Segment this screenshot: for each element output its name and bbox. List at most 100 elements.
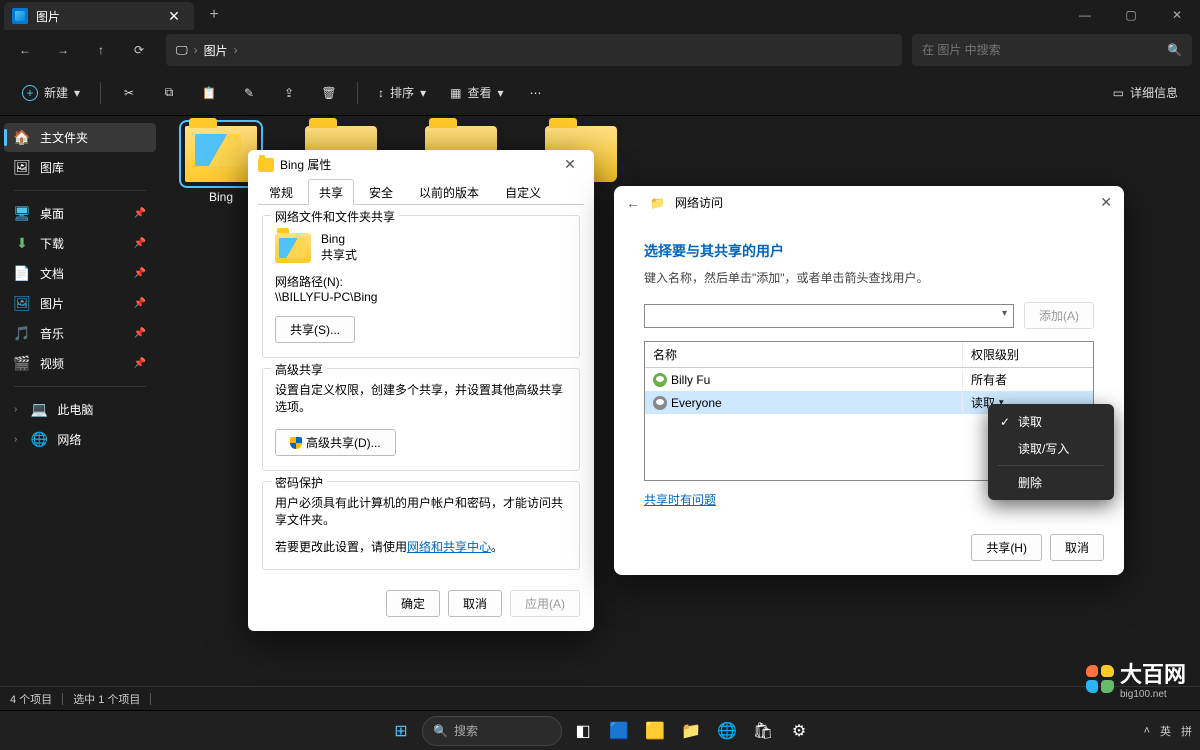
tab-custom[interactable]: 自定义 [494,179,552,205]
up-button[interactable]: ↑ [84,33,118,67]
back-button[interactable]: ← [626,195,640,211]
tab-security[interactable]: 安全 [358,179,404,205]
window-tab[interactable]: 图片 ✕ [4,2,194,30]
sidebar-item-home[interactable]: 🏠主文件夹 [4,123,156,152]
paste-button[interactable]: 📋 [191,80,227,106]
search-input[interactable] [922,43,1167,57]
sharing-trouble-link[interactable]: 共享时有问题 [644,493,716,507]
apply-button[interactable]: 应用(A) [510,590,580,617]
sidebar-item-pictures[interactable]: 🖼图片📌 [4,289,156,318]
user-row[interactable]: Billy Fu 所有者 [645,368,1093,391]
share-submit-button[interactable]: 共享(H) [971,534,1042,561]
sort-label: 排序 [390,84,414,101]
forward-button[interactable]: → [46,33,80,67]
column-name[interactable]: 名称 [645,342,963,367]
details-icon: ▭ [1113,86,1124,100]
tab-close-button[interactable]: ✕ [164,8,184,25]
taskbar-search[interactable]: 🔍搜索 [422,716,562,746]
desktop-icon: 🖥 [14,206,30,222]
sidebar-item-downloads[interactable]: ⬇下载📌 [4,229,156,258]
tab-previous[interactable]: 以前的版本 [408,179,490,205]
sidebar-label: 桌面 [40,205,64,222]
sidebar-item-network[interactable]: ›🌐网络 [4,425,156,454]
tab-title: 图片 [36,8,156,25]
close-button[interactable]: ✕ [1154,0,1200,30]
minimize-button[interactable]: — [1062,0,1108,30]
sidebar-item-gallery[interactable]: 🖼图库 [4,153,156,182]
dialog-titlebar[interactable]: Bing 属性 ✕ [248,150,594,179]
videos-icon: 🎬 [14,356,30,372]
plus-circle-icon [22,85,38,101]
user-icon [653,373,667,387]
view-button[interactable]: ▦查看▾ [440,78,513,107]
breadcrumb-item[interactable]: 图片 [204,42,228,59]
sidebar-label: 图片 [40,295,64,312]
refresh-button[interactable]: ⟳ [122,33,156,67]
new-button[interactable]: 新建▾ [12,78,90,107]
cut-button[interactable]: ✂ [111,80,147,106]
menu-read[interactable]: 读取 [992,408,1110,435]
dialog-close-button[interactable]: ✕ [556,156,584,173]
breadcrumb[interactable]: 🖵 › 图片 › [166,34,902,66]
sidebar: 🏠主文件夹 🖼图库 🖥桌面📌 ⬇下载📌 📄文档📌 🖼图片📌 🎵音乐📌 🎬视频📌 … [0,116,160,686]
more-button[interactable]: ⋯ [517,80,553,106]
net-path-value: \\BILLYFU-PC\Bing [275,290,567,304]
chevron-right-icon: › [14,404,17,415]
store-button[interactable]: 🛍 [748,716,778,746]
taskbar-app[interactable]: 🟨 [640,716,670,746]
divider [14,190,146,191]
menu-readwrite[interactable]: 读取/写入 [992,435,1110,462]
share-button[interactable]: ⇪ [271,80,307,106]
address-bar: ← → ↑ ⟳ 🖵 › 图片 › 🔍 [0,30,1200,70]
copy-button[interactable]: ⧉ [151,79,187,106]
watermark-logo-icon [1086,665,1114,693]
rename-icon: ✎ [244,86,254,100]
cancel-button[interactable]: 取消 [1050,534,1104,561]
file-explorer-button[interactable]: 📁 [676,716,706,746]
advanced-share-button[interactable]: 高级共享(D)... [275,429,396,456]
edge-button[interactable]: 🌐 [712,716,742,746]
back-button[interactable]: ← [8,33,42,67]
advanced-share-label: 高级共享(D)... [306,436,381,450]
user-combo[interactable] [644,304,1014,328]
tab-sharing[interactable]: 共享 [308,179,354,205]
item-count: 4 个项目 [10,691,52,707]
sidebar-item-documents[interactable]: 📄文档📌 [4,259,156,288]
details-label: 详细信息 [1130,84,1178,101]
rename-button[interactable]: ✎ [231,80,267,106]
widget-button[interactable]: 🟦 [604,716,634,746]
network-icon: 📁 [650,196,665,210]
share-people-dialog: ← 📁 网络访问 ✕ 选择要与其共享的用户 键入名称，然后单击"添加"，或者单击… [614,186,1124,575]
tab-general[interactable]: 常规 [258,179,304,205]
details-button[interactable]: ▭ 详细信息 [1103,78,1188,107]
column-permission[interactable]: 权限级别 [963,342,1093,367]
pin-icon: 📌 [134,358,146,369]
maximize-button[interactable]: ▢ [1108,0,1154,30]
gallery-icon: 🖼 [14,160,30,176]
ime-lang1[interactable]: 英 [1160,723,1171,739]
sidebar-label: 下载 [40,235,64,252]
task-view-button[interactable]: ◧ [568,716,598,746]
ok-button[interactable]: 确定 [386,590,440,617]
sidebar-item-thispc[interactable]: ›💻此电脑 [4,395,156,424]
cancel-button[interactable]: 取消 [448,590,502,617]
ime-lang2[interactable]: 拼 [1181,723,1192,739]
menu-remove[interactable]: 删除 [992,469,1110,496]
sort-button[interactable]: ↕排序▾ [368,78,436,107]
sidebar-item-videos[interactable]: 🎬视频📌 [4,349,156,378]
sidebar-item-desktop[interactable]: 🖥桌面📌 [4,199,156,228]
downloads-icon: ⬇ [14,236,30,252]
sidebar-item-music[interactable]: 🎵音乐📌 [4,319,156,348]
new-tab-button[interactable]: + [200,6,228,24]
dialog-close-button[interactable]: ✕ [1100,194,1112,211]
view-icon: ▦ [450,86,461,100]
delete-button[interactable]: 🗑 [311,80,347,106]
start-button[interactable]: ⊞ [386,716,416,746]
share-button[interactable]: 共享(S)... [275,316,355,343]
network-center-link[interactable]: 网络和共享中心 [407,540,491,554]
add-button[interactable]: 添加(A) [1024,302,1094,329]
search-box[interactable]: 🔍 [912,34,1192,66]
view-label: 查看 [467,84,491,101]
tray-chevron-icon[interactable]: ˄ [1144,725,1150,737]
settings-button[interactable]: ⚙ [784,716,814,746]
